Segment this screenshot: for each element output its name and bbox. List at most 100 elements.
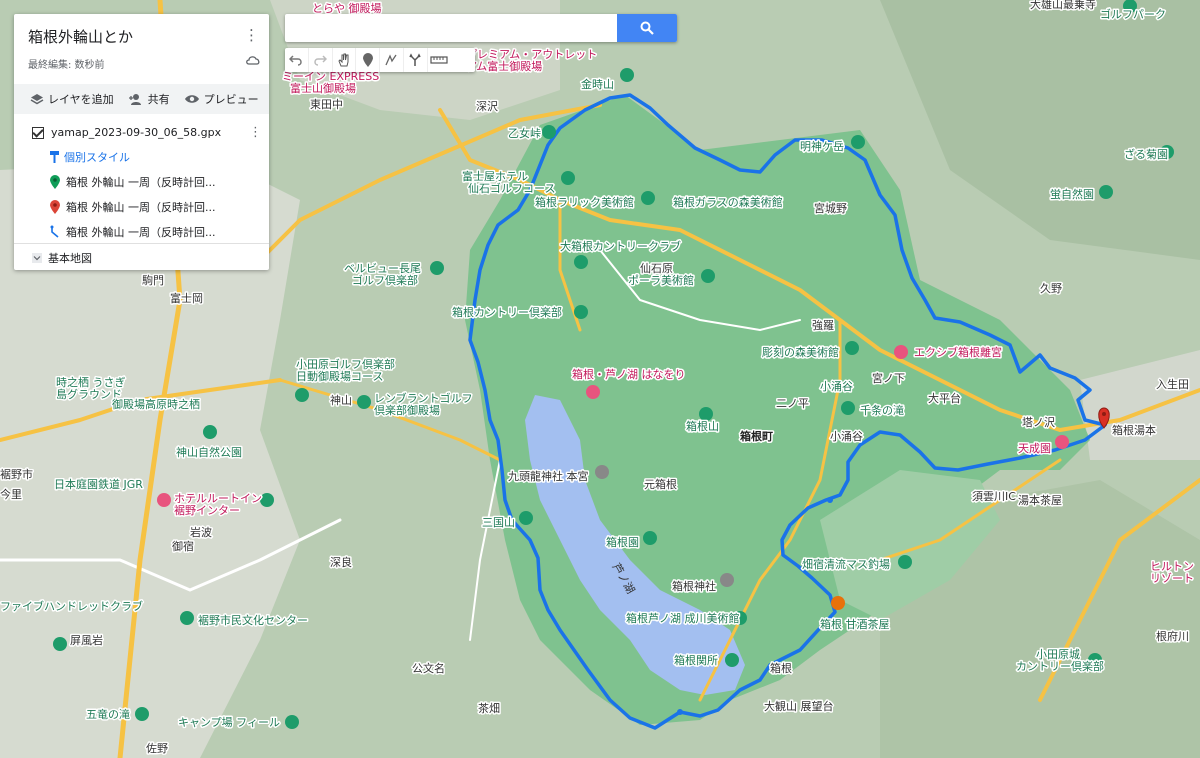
search-box — [285, 14, 677, 42]
landmark-icon-sekisho[interactable] — [725, 653, 739, 667]
hiking-icon-otomezaka[interactable] — [542, 125, 556, 139]
label-odawara-golf1: 小田原ゴルフ倶楽部 — [296, 357, 395, 371]
label-kuno: 久野 — [1040, 282, 1062, 295]
park-icon-hakoneen[interactable] — [643, 531, 657, 545]
label-miyanoshita: 宮ノ下 — [872, 371, 905, 385]
shrine-icon-hakone-jinja[interactable] — [720, 573, 734, 587]
draw-line-button[interactable] — [380, 48, 404, 72]
label-garasu: 箱根ガラスの森美術館 — [673, 195, 783, 209]
layer-item-route[interactable]: 箱根 外輪山 一周（反時計回... — [50, 224, 262, 240]
label-myojingatake: 明神ケ岳 — [800, 139, 844, 153]
marker-icon — [362, 53, 373, 67]
layer-item-label: 箱根 外輪山 一周（反時計回... — [66, 176, 216, 189]
label-excive: エクシブ箱根離宮 — [914, 345, 1002, 359]
label-gora: 強羅 — [812, 319, 834, 332]
undo-button[interactable] — [285, 48, 309, 72]
directions-button[interactable] — [404, 48, 428, 72]
label-yumoto: 箱根湯本 — [1112, 423, 1156, 437]
golf-icon-sengoku[interactable] — [561, 171, 575, 185]
label-fujiya: 富士屋ホテル — [462, 169, 528, 183]
label-kowakien: 小涌谷 — [830, 430, 863, 443]
hand-icon — [338, 53, 349, 67]
measure-button[interactable] — [428, 48, 452, 72]
label-five-hundred: ファイブハンドレッドクラブ — [0, 599, 143, 613]
label-hakone-cc: 箱根カントリー倶楽部 — [452, 305, 562, 319]
individual-style-label: 個別スタイル — [64, 151, 130, 164]
label-sano: 佐野 — [146, 741, 168, 755]
label-zaruku: ざる菊園 — [1124, 147, 1168, 161]
golf-icon-odawara-golf[interactable] — [295, 388, 309, 402]
label-hakone-jinja: 箱根神社 — [672, 579, 716, 593]
museum-icon-lalique[interactable] — [641, 191, 655, 205]
label-hilton2: リゾート — [1150, 572, 1194, 585]
base-map-toggle[interactable]: 基本地図 — [32, 250, 92, 266]
fishing-icon-hatajuku[interactable] — [898, 555, 912, 569]
layers-panel: 箱根外輪山とか ⋮ 最終編集: 数秒前 レイヤを追加 共有 プレビュー yama… — [14, 14, 269, 270]
golf-icon-bellview[interactable] — [430, 261, 444, 275]
label-motohakone: 元箱根 — [644, 477, 677, 491]
shrine-icon-kuzuryu[interactable] — [595, 465, 609, 479]
label-hatajuku: 畑宿清流マス釣場 — [802, 557, 890, 571]
label-narikawa: 箱根芦ノ湖 成川美術館 — [626, 611, 740, 625]
hotel-icon-excive[interactable] — [894, 345, 908, 359]
redo-button[interactable] — [309, 48, 333, 72]
individual-style-link[interactable]: 個別スタイル — [50, 149, 262, 165]
label-gotemba-top: とらや 御殿場 — [312, 1, 382, 15]
map-toolbar — [285, 48, 475, 72]
add-layer-button[interactable]: レイヤを追加 — [30, 91, 114, 107]
landmark-icon-susono-center[interactable] — [180, 611, 194, 625]
park-icon-hotaru[interactable] — [1099, 185, 1113, 199]
label-hakoneen: 箱根園 — [606, 535, 639, 549]
camp-icon-feel[interactable] — [285, 715, 299, 729]
chevron-down-icon — [32, 253, 42, 263]
layer-item-red-pin[interactable]: 箱根 外輪山 一周（反時計回... — [50, 199, 262, 215]
hotel-icon-hanaori[interactable] — [586, 385, 600, 399]
label-chokoku: 彫刻の森美術館 — [762, 345, 839, 359]
label-hakoneyama: 箱根山 — [686, 419, 719, 433]
label-fujioka: 富士岡 — [170, 291, 203, 305]
label-taikanzan: 大観山 展望台 — [764, 699, 834, 713]
label-tenseien: 天成園 — [1018, 442, 1051, 455]
park-icon-kamiyama[interactable] — [203, 425, 217, 439]
hiking-icon-byofu[interactable] — [53, 637, 67, 651]
search-button[interactable] — [617, 14, 677, 42]
golf-icon-ohakone[interactable] — [574, 255, 588, 269]
preview-button[interactable]: プレビュー — [184, 91, 259, 107]
museum-icon-pola[interactable] — [701, 269, 715, 283]
share-button[interactable]: 共有 — [128, 91, 170, 107]
golf-icon-hakone-cc[interactable] — [574, 305, 588, 319]
golf-icon-rembrandt[interactable] — [357, 395, 371, 409]
layer-options-menu-icon[interactable]: ⋮ — [249, 125, 262, 140]
golf-icon-five-hundred[interactable] — [260, 493, 274, 507]
label-kuzuryu: 九頭龍神社 本宮 — [508, 469, 589, 483]
label-ninotaira: 二ノ平 — [776, 397, 809, 410]
map-title[interactable]: 箱根外輪山とか — [28, 26, 133, 47]
label-lalique: 箱根ラリック美術館 — [535, 195, 634, 209]
layer-visibility-checkbox[interactable] — [32, 126, 44, 139]
mountain-icon-myojin[interactable] — [851, 135, 865, 149]
layer-item-green-pin[interactable]: 箱根 外輪山 一周（反時計回... — [50, 174, 262, 190]
waterfall-icon-senjo[interactable] — [841, 401, 855, 415]
pan-button[interactable] — [333, 48, 357, 72]
mountain-icon-hakoneyama[interactable] — [699, 407, 713, 421]
map-options-menu-icon[interactable]: ⋮ — [244, 26, 259, 44]
eye-icon — [184, 95, 199, 103]
restaurant-icon-amazake[interactable] — [831, 596, 845, 610]
label-iwanami: 岩波 — [190, 525, 212, 539]
add-person-icon — [128, 94, 141, 105]
hotel-icon-routeinn[interactable] — [157, 493, 171, 507]
add-marker-button[interactable] — [356, 48, 380, 72]
mountain-icon-mikuniyama[interactable] — [519, 511, 533, 525]
layer-name[interactable]: yamap_2023-09-30_06_58.gpx — [51, 126, 221, 139]
route-line-icon — [50, 225, 59, 238]
museum-icon-chokoku[interactable] — [845, 341, 859, 355]
label-kowakidani: 小涌谷 — [820, 380, 853, 393]
hotel-icon-tenseien[interactable] — [1055, 435, 1069, 449]
label-sekisho: 箱根関所 — [674, 653, 718, 667]
label-tonosawa: 塔ノ沢 — [1022, 415, 1055, 429]
label-hakone: 箱根 — [770, 661, 792, 675]
label-fukara: 深良 — [330, 555, 352, 569]
hiking-icon-godaki[interactable] — [135, 707, 149, 721]
search-input[interactable] — [293, 18, 607, 40]
mountain-icon-kintoki[interactable] — [620, 68, 634, 82]
